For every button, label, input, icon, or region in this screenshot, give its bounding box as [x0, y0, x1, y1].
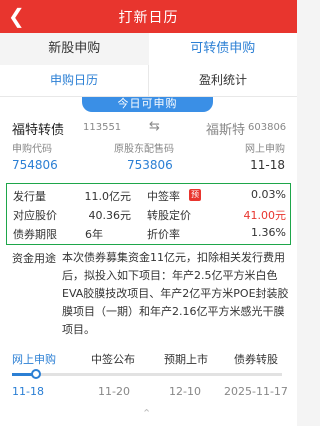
- grid-row: 债券期限 6年 折价率 1.36%: [7, 224, 292, 242]
- fund-usage-label: 资金用途: [12, 252, 56, 265]
- stock-name: 福斯特: [206, 123, 246, 138]
- subscribe-code-value: 754806: [12, 158, 58, 172]
- stock-code: 603806: [248, 122, 287, 133]
- bond-name: 福特转债: [12, 123, 65, 138]
- timeline-step-expected-listing: 预期上市: [164, 353, 208, 366]
- subtab-profit-stats[interactable]: 盈利统计: [149, 65, 297, 96]
- stock-price-label: 对应股价: [13, 209, 57, 222]
- timeline-step-online-subscribe: 网上申购: [12, 353, 56, 366]
- bond-header: 福特转债 113551 ⇆ 福斯特 603806: [0, 117, 297, 138]
- subtab-subscribe-calendar[interactable]: 申购日历: [0, 65, 149, 96]
- grid-row: 发行量 11.0亿元 中签率 预 0.03%: [7, 186, 292, 204]
- discount-rate-label: 折价率: [147, 228, 180, 241]
- main-tabs: 新股申购 可转债申购: [0, 33, 297, 65]
- timeline-current-dot: [31, 369, 41, 379]
- swap-icon: ⇆: [149, 119, 160, 134]
- subscription-timeline: 网上申购 中签公布 预期上市 债券转股 11-18 11-20 12-10 20…: [0, 349, 297, 409]
- bond-term-label: 债券期限: [13, 228, 57, 241]
- info-values: 754806 753806 11-18: [0, 158, 297, 174]
- win-rate-label: 中签率: [147, 190, 180, 203]
- shareholder-code-label: 原股东配售码: [114, 144, 174, 155]
- grid-row: 对应股价 40.36元 转股定价 41.00元: [7, 205, 292, 223]
- conversion-price-value: 41.00元: [243, 209, 287, 222]
- top-bar: ❮ 打新日历: [0, 0, 297, 33]
- page-title: 打新日历: [118, 10, 179, 26]
- online-subscribe-label: 网上申购: [245, 144, 285, 155]
- stock-price-value: 40.36元: [88, 209, 132, 222]
- bond-code: 113551: [83, 122, 122, 133]
- today-subscribe-badge: 今日可申购: [82, 97, 213, 112]
- bond-term-value: 6年: [85, 228, 103, 241]
- timeline-date: 12-10: [169, 385, 201, 398]
- timeline-track: [26, 373, 282, 376]
- tab-convertible-bond-subscribe[interactable]: 可转债申购: [148, 33, 297, 65]
- issue-size-value: 11.0亿元: [84, 190, 132, 203]
- timeline-date: 2025-11-17: [224, 385, 288, 398]
- shareholder-code-value: 753806: [127, 158, 173, 172]
- timeline-date: 11-20: [98, 385, 130, 398]
- subscribe-code-label: 申购代码: [12, 144, 52, 155]
- win-rate-value: 0.03%: [251, 188, 286, 201]
- sub-tabs: 申购日历 盈利统计: [0, 65, 297, 97]
- estimate-badge: 预: [189, 189, 201, 201]
- bond-key-figures: 发行量 11.0亿元 中签率 预 0.03% 对应股价 40.36元 转股定价 …: [6, 183, 291, 245]
- discount-rate-value: 1.36%: [251, 226, 286, 239]
- info-labels: 申购代码 原股东配售码 网上申购: [0, 140, 297, 155]
- conversion-price-label: 转股定价: [147, 209, 191, 222]
- fund-usage-text: 本次债券募集资金11亿元，扣除相关发行费用后，拟投入如下项目：年产2.5亿平方米…: [62, 251, 289, 336]
- tab-ipo-subscribe[interactable]: 新股申购: [0, 33, 149, 65]
- bond-card: 今日可申购 福特转债 113551 ⇆ 福斯特 603806 申购代码 原股东配…: [0, 97, 297, 426]
- timeline-date: 11-18: [12, 385, 44, 398]
- issue-size-label: 发行量: [13, 190, 46, 203]
- timeline-step-conversion: 债券转股: [234, 353, 278, 366]
- timeline-step-lottery-result: 中签公布: [91, 353, 135, 366]
- online-subscribe-date: 11-18: [250, 158, 285, 172]
- chevron-up-icon[interactable]: ⌃: [142, 407, 151, 420]
